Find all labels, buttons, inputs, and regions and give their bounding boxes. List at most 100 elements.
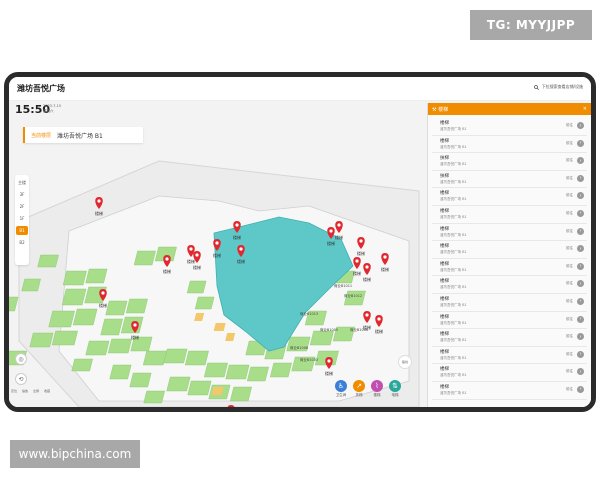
shop-block[interactable] <box>133 250 156 266</box>
shop-block[interactable] <box>105 300 128 316</box>
arrow-right-icon[interactable]: › <box>577 245 584 253</box>
arrow-right-icon[interactable]: › <box>577 333 584 341</box>
tool-locate[interactable]: 定位 <box>11 389 17 393</box>
list-item[interactable]: 楼梯 潍坊吾悦广场 B1 前往 › <box>432 118 587 136</box>
list-item[interactable]: 楼梯 潍坊吾悦广场 B1 前往 › <box>432 364 587 382</box>
close-icon[interactable]: × <box>583 106 587 112</box>
go-label[interactable]: 前往 <box>566 352 573 357</box>
shop-block-highlight[interactable] <box>213 323 226 331</box>
shop-block[interactable] <box>163 348 188 364</box>
list-item[interactable]: 楼梯 潍坊吾悦广场 B1 前往 › <box>432 347 587 365</box>
shop-block[interactable] <box>51 330 78 346</box>
route-button[interactable]: 路线 <box>398 355 412 369</box>
arrow-right-icon[interactable]: › <box>577 192 584 200</box>
go-label[interactable]: 前往 <box>566 193 573 198</box>
arrow-right-icon[interactable]: › <box>577 280 584 288</box>
shop-block[interactable] <box>143 390 165 404</box>
shop-block[interactable] <box>37 254 59 268</box>
go-label[interactable]: 前往 <box>566 141 573 146</box>
shop-block[interactable] <box>100 318 123 336</box>
floor-b2[interactable]: B2 <box>16 238 28 247</box>
facility-lift[interactable]: ↗ 扶梯 <box>353 380 365 398</box>
shop-block[interactable] <box>142 350 167 366</box>
go-label[interactable]: 前往 <box>566 281 573 286</box>
go-label[interactable]: 前往 <box>566 158 573 163</box>
shop-block[interactable] <box>225 364 250 380</box>
shop-block[interactable] <box>9 296 19 312</box>
arrow-right-icon[interactable]: › <box>577 350 584 358</box>
shop-block-highlight[interactable] <box>211 387 224 395</box>
arrow-right-icon[interactable]: › <box>577 315 584 323</box>
shop-block[interactable] <box>85 268 108 284</box>
list-item[interactable]: 楼梯 潍坊吾悦广场 B1 前往 › <box>432 241 587 259</box>
shop-block[interactable] <box>184 350 209 366</box>
arrow-right-icon[interactable]: › <box>577 385 584 393</box>
floor-b1[interactable]: B1 <box>16 226 28 235</box>
arrow-right-icon[interactable]: › <box>577 157 584 165</box>
arrow-right-icon[interactable]: › <box>577 174 584 182</box>
shop-block[interactable] <box>29 332 54 348</box>
go-label[interactable]: 前往 <box>566 246 573 251</box>
list-item[interactable]: 楼梯 潍坊吾悦广场 B1 前往 › <box>432 188 587 206</box>
tool-favorite[interactable]: 收藏 <box>44 389 50 393</box>
list-item[interactable]: 楼梯 潍坊吾悦广场 B1 前往 › <box>432 206 587 224</box>
tool-zoom[interactable]: 缩放 <box>22 389 28 393</box>
list-item[interactable]: 楼梯 潍坊吾悦广场 B1 前往 › <box>432 136 587 154</box>
arrow-right-icon[interactable]: › <box>577 122 584 129</box>
list-item[interactable]: 楼梯 潍坊吾悦广场 B1 前往 › <box>432 329 587 347</box>
shop-block[interactable] <box>194 296 215 310</box>
go-label[interactable]: 前往 <box>566 229 573 234</box>
go-label[interactable]: 前往 <box>566 264 573 269</box>
facility-stair[interactable]: ⌇ 楼梯 <box>371 380 383 398</box>
shop-block[interactable] <box>62 270 87 286</box>
go-label[interactable]: 前往 <box>566 317 573 322</box>
shop-block[interactable] <box>48 310 75 328</box>
go-label[interactable]: 前往 <box>566 176 573 181</box>
list-item[interactable]: 楼梯 潍坊吾悦广场 B1 前往 › <box>432 382 587 400</box>
shop-block[interactable] <box>21 278 41 292</box>
list-item[interactable]: 楼梯 潍坊吾悦广场 B1 前往 › <box>432 224 587 242</box>
shop-block[interactable] <box>187 380 212 396</box>
go-label[interactable]: 前往 <box>566 211 573 216</box>
shop-block[interactable] <box>85 340 110 356</box>
arrow-right-icon[interactable]: › <box>577 209 584 217</box>
list-item[interactable]: 楼梯 潍坊吾悦广场 B1 前往 › <box>432 312 587 330</box>
list-item[interactable]: 楼梯 潍坊吾悦广场 B1 前往 › <box>432 259 587 277</box>
shop-block[interactable] <box>309 330 334 346</box>
shop-block[interactable] <box>72 308 98 326</box>
floor-1f[interactable]: 1F <box>16 214 28 223</box>
reset-icon[interactable]: ⟲ <box>15 373 27 385</box>
search-box[interactable]: 下拉搜索查看店铺/设施 <box>533 84 583 90</box>
go-label[interactable]: 前往 <box>566 369 573 374</box>
shop-block[interactable] <box>229 386 252 402</box>
shop-block[interactable] <box>166 376 191 392</box>
arrow-right-icon[interactable]: › <box>577 262 584 270</box>
arrow-right-icon[interactable]: › <box>577 297 584 305</box>
shop-block[interactable] <box>61 288 87 306</box>
tool-fullscreen[interactable]: 全屏 <box>33 389 39 393</box>
shop-block[interactable] <box>129 372 152 388</box>
shop-block[interactable] <box>269 362 292 378</box>
facility-elevator[interactable]: ⇅ 电梯 <box>389 380 401 398</box>
facility-toilet[interactable]: ♿ 卫生间 <box>335 380 347 398</box>
list-item[interactable]: 楼梯 潍坊吾悦广场 B1 前往 › <box>432 294 587 312</box>
go-label[interactable]: 前往 <box>566 387 573 392</box>
list-item[interactable]: 楼梯 潍坊吾悦广场 B1 前往 › <box>432 276 587 294</box>
shop-block[interactable] <box>125 298 148 314</box>
shop-block[interactable] <box>246 366 269 382</box>
shop-block[interactable] <box>71 358 93 372</box>
go-label[interactable]: 前往 <box>566 123 573 128</box>
list-item[interactable]: 扶梯 潍坊吾悦广场 B1 前往 › <box>432 171 587 189</box>
shop-block[interactable] <box>109 364 132 380</box>
arrow-right-icon[interactable]: › <box>577 227 584 235</box>
floor-main[interactable]: 主楼 <box>16 178 28 187</box>
arrow-right-icon[interactable]: › <box>577 139 584 147</box>
shop-block[interactable] <box>107 338 132 354</box>
arrow-right-icon[interactable]: › <box>577 368 584 376</box>
list-item[interactable]: 扶梯 潍坊吾悦广场 B1 前往 › <box>432 153 587 171</box>
shop-block[interactable] <box>186 280 207 294</box>
compass-icon[interactable]: ◎ <box>15 353 27 365</box>
shop-block[interactable] <box>203 362 228 378</box>
go-label[interactable]: 前往 <box>566 299 573 304</box>
floor-2f[interactable]: 2F <box>16 202 28 211</box>
